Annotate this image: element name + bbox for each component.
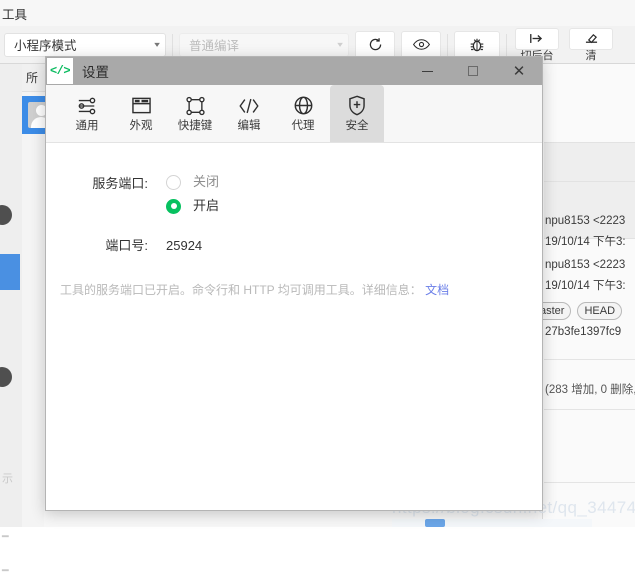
git-author-line: npu8153 <2223 — [545, 259, 626, 271]
refresh-button[interactable] — [355, 30, 395, 59]
tab-shortcuts[interactable]: 快捷键 — [168, 85, 222, 142]
service-port-hint-text: 工具的服务端口已开启。命令行和 HTTP 均可调用工具。详细信息： — [60, 283, 422, 297]
rail-chip[interactable] — [0, 205, 12, 225]
service-port-option-on[interactable]: 开启 — [166, 197, 219, 215]
clear-icon-box — [569, 27, 613, 50]
git-ref-badges: aster HEAD — [543, 302, 623, 321]
rail-chip[interactable] — [0, 367, 12, 387]
radio-unselected-icon — [166, 174, 181, 190]
service-port-label: 服务端口: — [92, 176, 148, 191]
dialog-title: 设置 — [82, 65, 109, 80]
radio-selected-icon — [166, 198, 181, 214]
close-button[interactable]: ✕ — [496, 57, 542, 85]
activity-rail: 示 ━ ━ — [0, 64, 23, 577]
window-controls: ✕ — [404, 57, 542, 85]
branch-badge: aster — [543, 302, 572, 321]
menu-tools[interactable]: 工具 — [0, 2, 33, 25]
clear-label: 清 — [585, 49, 597, 62]
port-number-value[interactable]: 25924 — [166, 235, 202, 257]
git-row[interactable] — [544, 181, 635, 239]
window-icon — [131, 95, 152, 117]
clear-button[interactable]: 清 — [567, 26, 615, 64]
rail-ghost-label: 示 — [2, 473, 13, 485]
dialog-tabs: 通用 外观 快捷键 编辑 代理 安全 — [46, 85, 542, 143]
documentation-link[interactable]: 文档 — [425, 283, 449, 297]
close-icon: ✕ — [512, 62, 526, 80]
compile-select-value: 普通编译 — [189, 39, 240, 53]
git-divider — [544, 409, 635, 410]
tab-security-label: 安全 — [345, 119, 369, 132]
service-port-hint: 工具的服务端口已开启。命令行和 HTTP 均可调用工具。详细信息： 文档 — [60, 281, 542, 298]
compile-select[interactable]: 普通编译 ▾ — [179, 32, 349, 57]
clear-icon — [585, 33, 597, 44]
rail-ghost-label: ━ — [2, 531, 9, 543]
rail-selected-item[interactable] — [0, 254, 20, 290]
git-date-line: 19/10/14 下午3: — [545, 280, 626, 292]
dialog-titlebar[interactable]: </> 设置 ✕ — [46, 57, 542, 85]
bug-icon — [470, 38, 484, 51]
chevron-down-icon: ▾ — [154, 39, 160, 49]
diff-stat: (283 增加, 0 删除, — [545, 384, 635, 396]
port-number-row: 端口号: 25924 — [46, 235, 542, 257]
watermark-chip — [425, 519, 445, 527]
code-brackets-icon — [237, 95, 261, 117]
eye-icon — [412, 39, 430, 50]
git-row[interactable] — [544, 142, 635, 182]
tab-editor[interactable]: 编辑 — [222, 85, 276, 142]
service-port-row: 服务端口: 关闭 开启 — [46, 173, 542, 215]
shield-plus-icon — [347, 95, 367, 117]
chevron-down-icon: ▾ — [337, 39, 343, 49]
preview-button[interactable] — [401, 30, 441, 59]
git-divider — [544, 482, 635, 483]
maximize-icon — [468, 66, 478, 76]
git-history-panel[interactable]: npu8153 <2223 19/10/14 下午3: npu8153 <222… — [542, 64, 635, 527]
service-port-option-on-label: 开启 — [193, 198, 220, 213]
refresh-icon — [369, 38, 381, 51]
git-divider — [544, 359, 635, 360]
sliders-icon — [76, 95, 98, 117]
tab-proxy-label: 代理 — [291, 119, 315, 132]
dialog-body: 服务端口: 关闭 开启 端口号: 25924 工具的服务端口已开启。命令行和 H… — [46, 143, 542, 510]
debug-button[interactable] — [454, 30, 500, 59]
tab-appearance-label: 外观 — [129, 119, 153, 132]
menubar: 工具 — [0, 0, 635, 26]
service-port-radio-group: 关闭 开启 — [166, 173, 219, 215]
maximize-button[interactable] — [450, 57, 496, 85]
git-date-line: 19/10/14 下午3: — [545, 236, 626, 248]
minimize-button[interactable] — [404, 57, 450, 85]
tab-security[interactable]: 安全 — [330, 85, 384, 142]
mode-select-value: 小程序模式 — [14, 39, 77, 53]
toolbar-divider — [506, 33, 507, 56]
rail-ghost-label: ━ — [2, 565, 9, 577]
minimize-icon — [421, 70, 433, 72]
globe-icon — [293, 95, 314, 117]
port-number-label: 端口号: — [105, 238, 148, 253]
mode-select[interactable]: 小程序模式 ▾ — [4, 32, 166, 57]
tab-general[interactable]: 通用 — [60, 85, 114, 142]
watermark-bar — [392, 519, 592, 527]
toolbar-divider — [447, 33, 448, 56]
tab-shortcuts-label: 快捷键 — [177, 119, 213, 132]
service-port-option-off-label: 关闭 — [193, 174, 220, 189]
shortcut-nodes-icon — [185, 95, 206, 117]
tab-appearance[interactable]: 外观 — [114, 85, 168, 142]
commit-hash: 27b3fe1397fc9 — [545, 326, 622, 338]
service-port-option-off[interactable]: 关闭 — [166, 173, 219, 191]
tab-editor-label: 编辑 — [237, 119, 261, 132]
background-switch-icon-box — [515, 27, 559, 50]
settings-dialog: </> 设置 ✕ 通用 外观 快捷键 编辑 代理 安全 服务端口: 关闭 开启 … — [45, 56, 543, 511]
code-brackets-icon: </> — [47, 58, 73, 84]
tab-general-label: 通用 — [75, 119, 99, 132]
background-switch-icon — [530, 34, 543, 43]
toolbar-divider — [172, 33, 173, 56]
git-author-line: npu8153 <2223 — [545, 215, 626, 227]
tab-proxy[interactable]: 代理 — [276, 85, 330, 142]
head-badge: HEAD — [577, 302, 623, 321]
